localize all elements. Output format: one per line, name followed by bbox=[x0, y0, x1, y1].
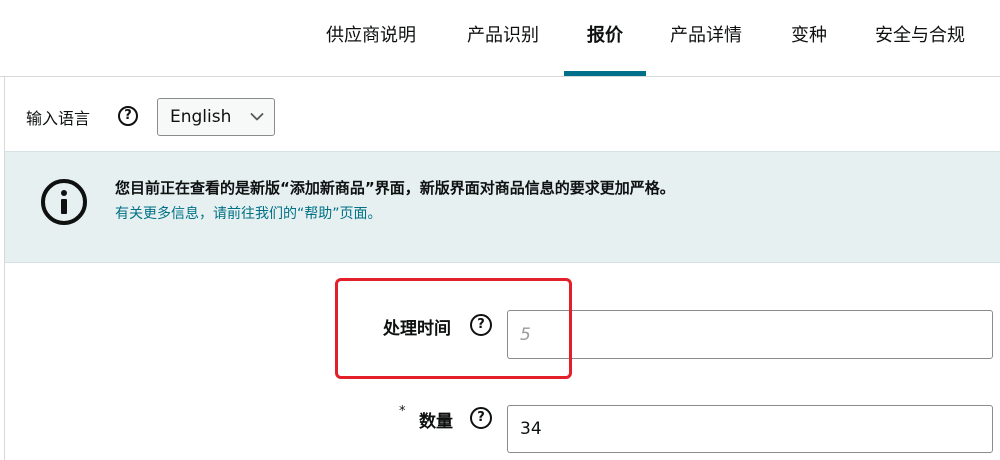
tab-bar: 供应商说明 产品识别 报价 产品详情 变种 安全与合规 bbox=[0, 0, 1000, 77]
tab-variations[interactable]: 变种 bbox=[786, 0, 832, 74]
required-marker: * bbox=[399, 404, 406, 419]
chevron-down-icon bbox=[250, 113, 264, 121]
quantity-help-icon[interactable]: ? bbox=[470, 407, 492, 429]
tab-product-identity[interactable]: 产品识别 bbox=[459, 0, 547, 74]
language-select[interactable]: English bbox=[157, 98, 275, 136]
highlight-annotation-box bbox=[335, 278, 572, 379]
info-icon bbox=[41, 179, 87, 225]
tab-product-details[interactable]: 产品详情 bbox=[662, 0, 750, 74]
quantity-label: 数量 bbox=[419, 412, 453, 432]
tabs-divider bbox=[0, 76, 1000, 77]
panel-left-border bbox=[4, 77, 5, 460]
language-selected-value: English bbox=[170, 107, 232, 127]
tab-offer[interactable]: 报价 bbox=[564, 0, 646, 74]
tab-supplier-notes[interactable]: 供应商说明 bbox=[318, 0, 424, 74]
tab-safety-compliance[interactable]: 安全与合规 bbox=[866, 0, 974, 74]
banner-message: 您目前正在查看的是新版“添加新商品”界面，新版界面对商品信息的要求更加严格。 bbox=[115, 179, 675, 197]
language-label: 输入语言 bbox=[26, 109, 91, 128]
quantity-input[interactable] bbox=[507, 405, 993, 453]
help-page-link[interactable]: 有关更多信息，请前往我们的“帮助”页面。 bbox=[115, 203, 382, 223]
handling-time-input[interactable] bbox=[507, 310, 993, 359]
language-help-icon[interactable]: ? bbox=[118, 106, 138, 126]
